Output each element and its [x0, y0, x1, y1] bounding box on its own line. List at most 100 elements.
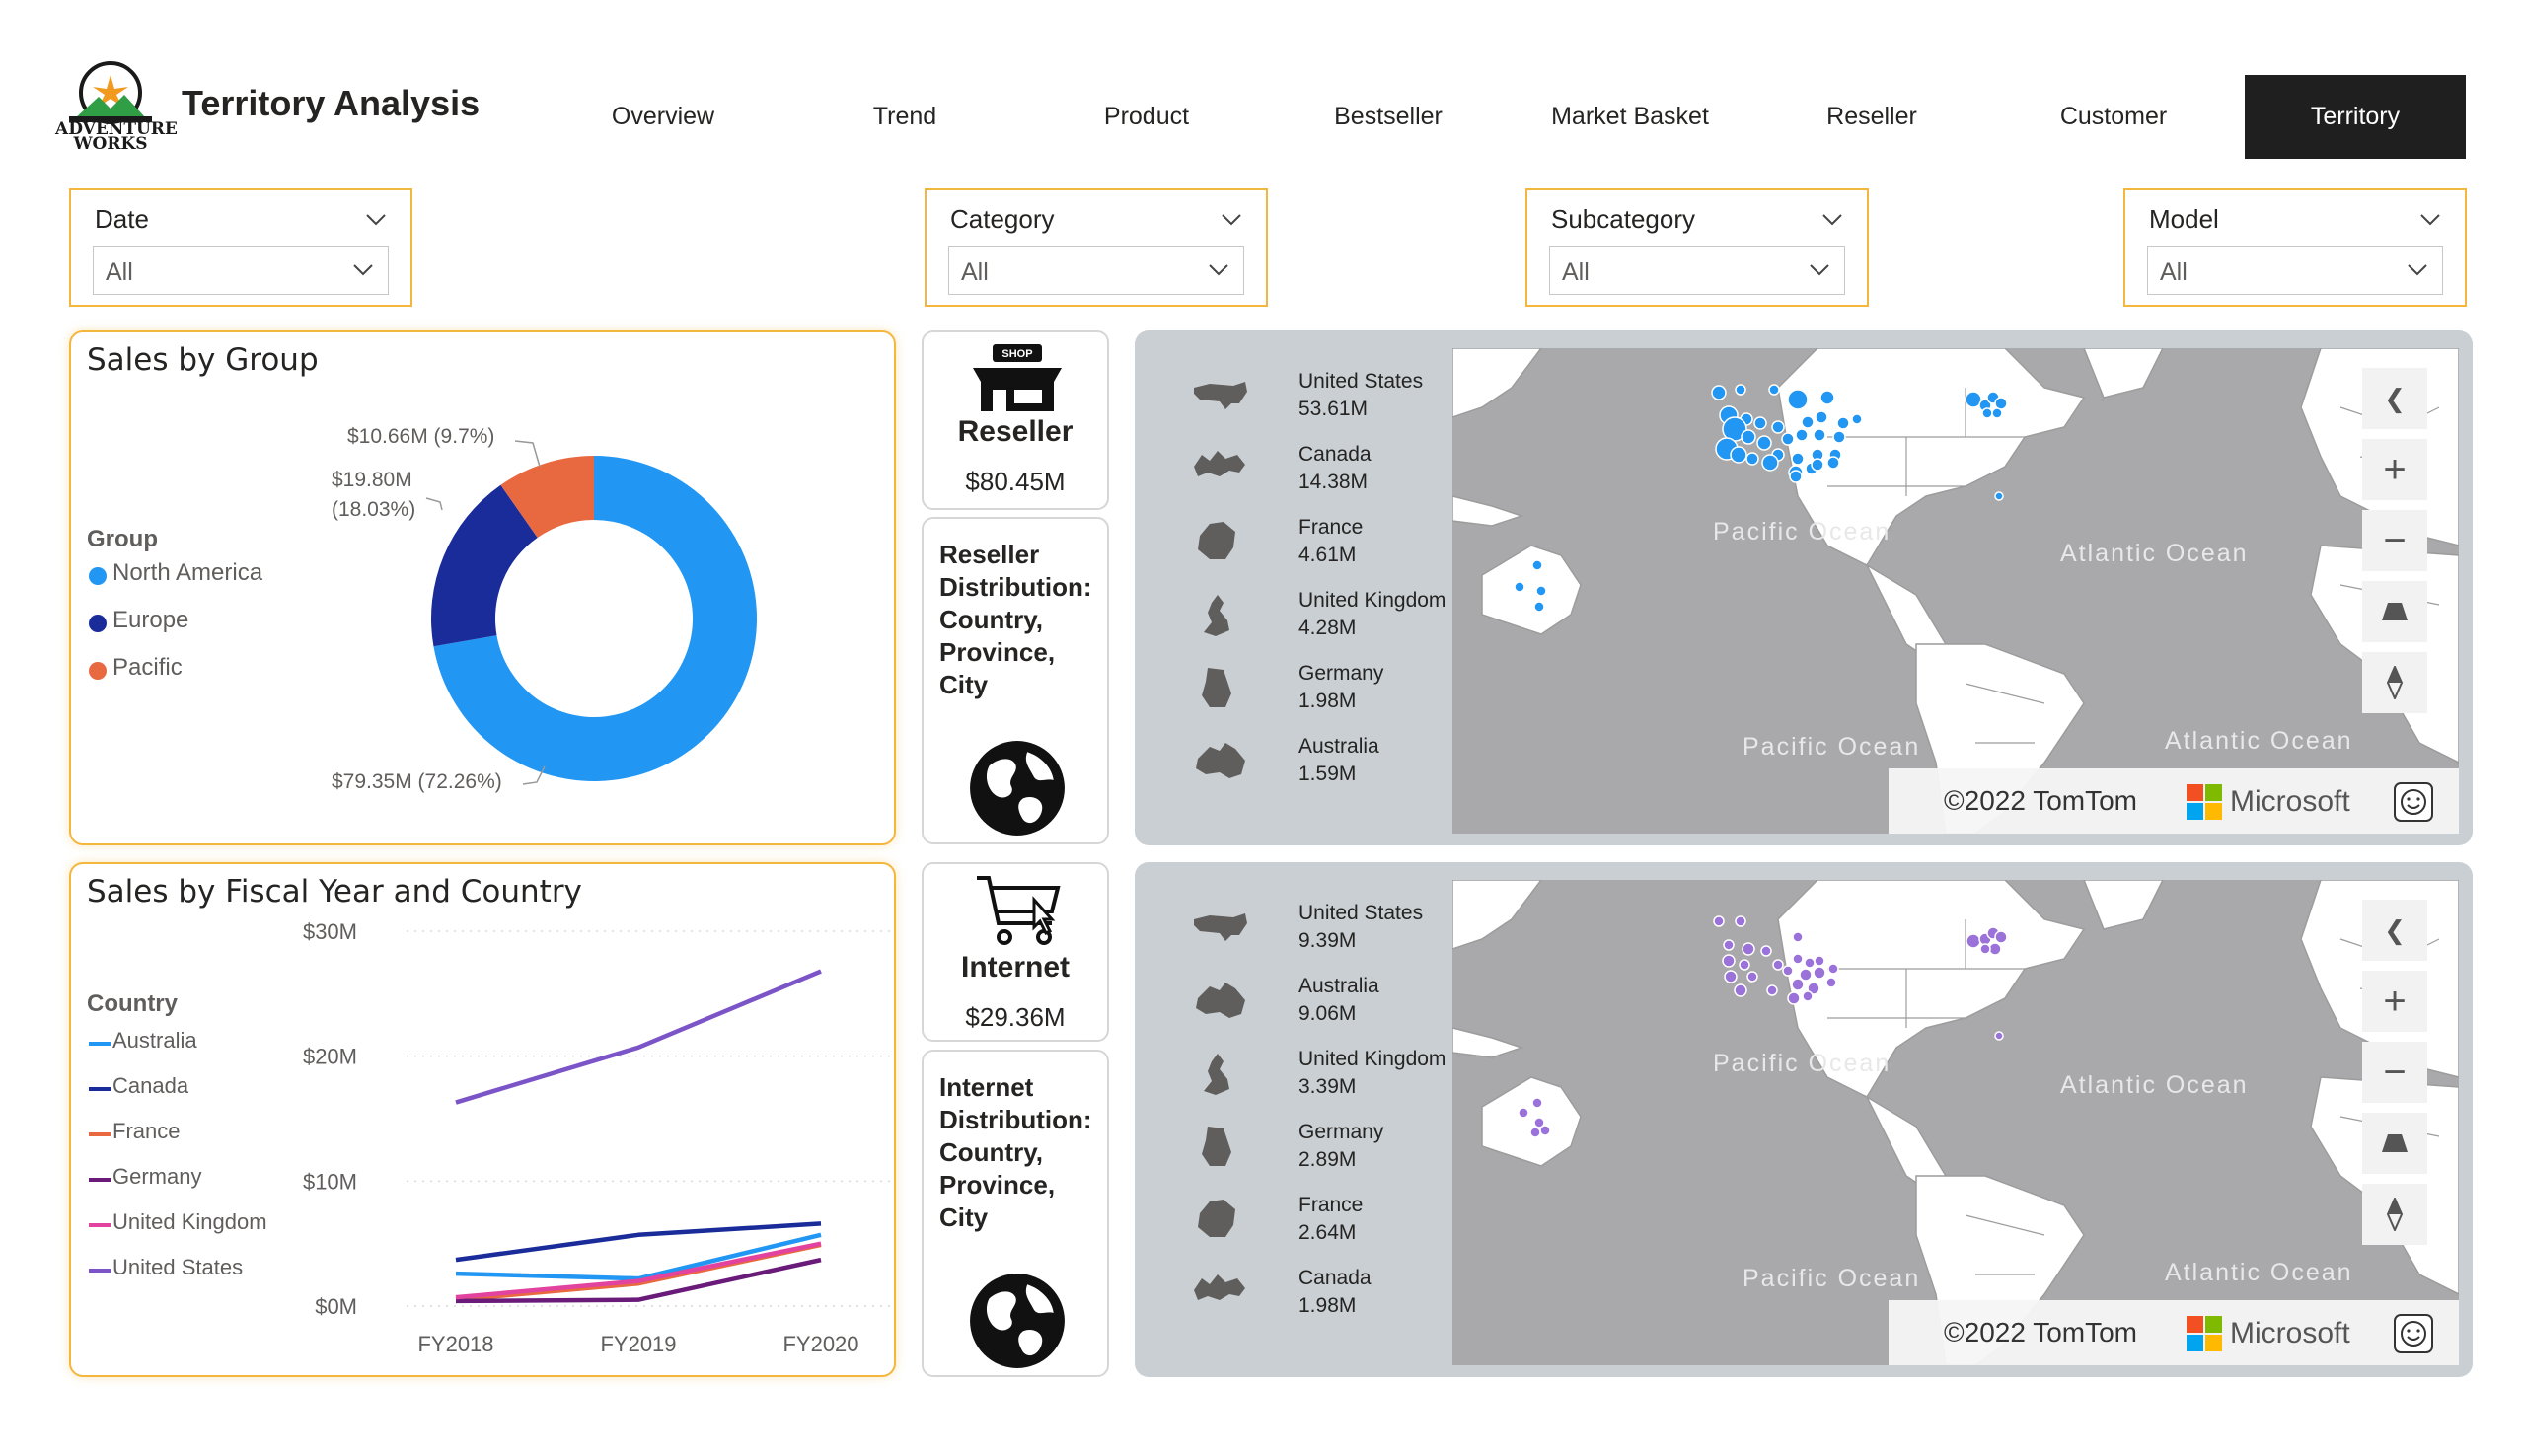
map-data-point[interactable]: [1741, 429, 1756, 445]
map-data-point[interactable]: [1994, 930, 2008, 944]
map-data-point[interactable]: [1801, 415, 1815, 429]
map-data-point[interactable]: [1789, 470, 1803, 483]
map-data-point[interactable]: [1979, 943, 1991, 955]
zoom-out-button[interactable]: −: [2362, 1042, 2427, 1103]
nav-market-basket[interactable]: Market Basket: [1520, 75, 1741, 159]
map-data-point[interactable]: [1782, 965, 1794, 977]
map-data-point[interactable]: [1753, 416, 1767, 430]
map-data-point[interactable]: [1827, 963, 1839, 975]
map-data-point[interactable]: [1730, 446, 1747, 464]
map-data-point[interactable]: [1781, 432, 1795, 446]
nav-reseller[interactable]: Reseller: [1761, 75, 1982, 159]
zoom-in-button[interactable]: +: [2362, 439, 2427, 500]
map-data-point[interactable]: [1535, 585, 1547, 597]
map-data-point[interactable]: [1966, 933, 1981, 949]
map-data-point[interactable]: [1832, 430, 1846, 444]
map-data-point[interactable]: [1826, 456, 1840, 470]
map-data-point[interactable]: [1813, 966, 1826, 980]
map-data-point[interactable]: [1802, 990, 1814, 1002]
internet-map-canvas[interactable]: Pacific Ocean Atlantic Ocean Pacific Oce…: [1452, 880, 2459, 1365]
map-data-point[interactable]: [1819, 390, 1835, 405]
map-data-point[interactable]: [1760, 945, 1772, 957]
map-data-point[interactable]: [1836, 416, 1850, 430]
map-data-point[interactable]: [1799, 968, 1813, 982]
map-data-point[interactable]: [1742, 942, 1755, 956]
map-data-point[interactable]: [1722, 954, 1736, 968]
map-data-point[interactable]: [1735, 384, 1746, 396]
map-data-point[interactable]: [1531, 1097, 1543, 1109]
compass-button[interactable]: [2362, 1184, 2427, 1245]
map-data-point[interactable]: [1533, 601, 1545, 613]
map-data-point[interactable]: [1771, 420, 1785, 434]
model-dropdown[interactable]: All: [2147, 246, 2443, 295]
map-data-point[interactable]: [1814, 955, 1825, 967]
chevron-down-icon[interactable]: [2419, 208, 2441, 230]
map-data-point[interactable]: [1739, 959, 1750, 971]
nav-trend[interactable]: Trend: [794, 75, 1015, 159]
chevron-down-icon[interactable]: [1221, 208, 1242, 230]
map-data-point[interactable]: [1988, 942, 2002, 956]
nav-territory[interactable]: Territory: [2245, 75, 2466, 159]
reseller-map-visual[interactable]: Pacific Ocean Atlantic Ocean Pacific Oce…: [1135, 330, 2473, 845]
map-data-point[interactable]: [1766, 984, 1778, 996]
sales-by-year-country-card[interactable]: Sales by Fiscal Year and Country Country…: [69, 862, 896, 1377]
collapse-controls-button[interactable]: ❮: [2362, 900, 2427, 961]
map-data-point[interactable]: [1791, 978, 1805, 991]
world-map[interactable]: [1452, 880, 2459, 1365]
map-data-point[interactable]: [1724, 970, 1738, 983]
feedback-smiley-icon[interactable]: [2394, 782, 2433, 822]
map-data-point[interactable]: [1768, 384, 1780, 396]
map-data-point[interactable]: [1518, 1107, 1529, 1119]
sales-by-group-card[interactable]: Sales by Group Group $10.66M (9.7%) $19.…: [69, 330, 896, 845]
map-data-point[interactable]: [1991, 407, 2003, 419]
map-data-point[interactable]: [1994, 397, 2008, 410]
compass-button[interactable]: [2362, 652, 2427, 713]
internet-map-visual[interactable]: Pacific Ocean Atlantic Ocean Pacific Oce…: [1135, 862, 2473, 1377]
map-data-point[interactable]: [1514, 581, 1525, 593]
subcategory-dropdown[interactable]: All: [1549, 246, 1845, 295]
map-data-point[interactable]: [1745, 452, 1759, 466]
zoom-in-button[interactable]: +: [2362, 971, 2427, 1032]
map-data-point[interactable]: [1531, 559, 1543, 571]
map-data-point[interactable]: [1851, 413, 1863, 425]
map-data-point[interactable]: [1787, 991, 1801, 1005]
pitch-button[interactable]: [2362, 581, 2427, 642]
map-data-point[interactable]: [1787, 389, 1809, 410]
map-data-point[interactable]: [1761, 454, 1779, 472]
map-data-point[interactable]: [1813, 428, 1826, 442]
map-data-point[interactable]: [1539, 1125, 1551, 1136]
map-data-point[interactable]: [1994, 1031, 2004, 1041]
reseller-map-canvas[interactable]: Pacific Ocean Atlantic Ocean Pacific Oce…: [1452, 348, 2459, 834]
map-data-point[interactable]: [1791, 452, 1805, 466]
map-data-point[interactable]: [1815, 410, 1828, 424]
feedback-smiley-icon[interactable]: [2394, 1314, 2433, 1353]
nav-customer[interactable]: Customer: [2003, 75, 2224, 159]
collapse-controls-button[interactable]: ❮: [2362, 368, 2427, 429]
map-data-point[interactable]: [1994, 491, 2004, 501]
map-data-point[interactable]: [1756, 435, 1772, 451]
nav-overview[interactable]: Overview: [553, 75, 774, 159]
map-data-point[interactable]: [1735, 915, 1746, 927]
nav-product[interactable]: Product: [1036, 75, 1257, 159]
map-data-point[interactable]: [1792, 931, 1804, 943]
map-data-point[interactable]: [1825, 977, 1837, 988]
map-data-point[interactable]: [1792, 953, 1804, 965]
map-data-point[interactable]: [1981, 407, 1993, 419]
date-dropdown[interactable]: All: [93, 246, 389, 295]
world-map[interactable]: [1452, 348, 2459, 834]
map-data-point[interactable]: [1811, 458, 1824, 472]
map-data-point[interactable]: [1772, 959, 1784, 971]
map-data-point[interactable]: [1804, 957, 1816, 969]
zoom-out-button[interactable]: −: [2362, 510, 2427, 571]
chevron-down-icon[interactable]: [365, 208, 387, 230]
map-data-point[interactable]: [1795, 428, 1809, 442]
map-data-point[interactable]: [1711, 385, 1727, 400]
chevron-down-icon[interactable]: [1821, 208, 1843, 230]
nav-bestseller[interactable]: Bestseller: [1278, 75, 1499, 159]
map-data-point[interactable]: [1723, 939, 1735, 951]
map-data-point[interactable]: [1713, 915, 1725, 927]
series-line-united-states[interactable]: [455, 969, 822, 1105]
map-data-point[interactable]: [1746, 971, 1758, 983]
map-data-point[interactable]: [1734, 983, 1747, 997]
category-dropdown[interactable]: All: [948, 246, 1244, 295]
